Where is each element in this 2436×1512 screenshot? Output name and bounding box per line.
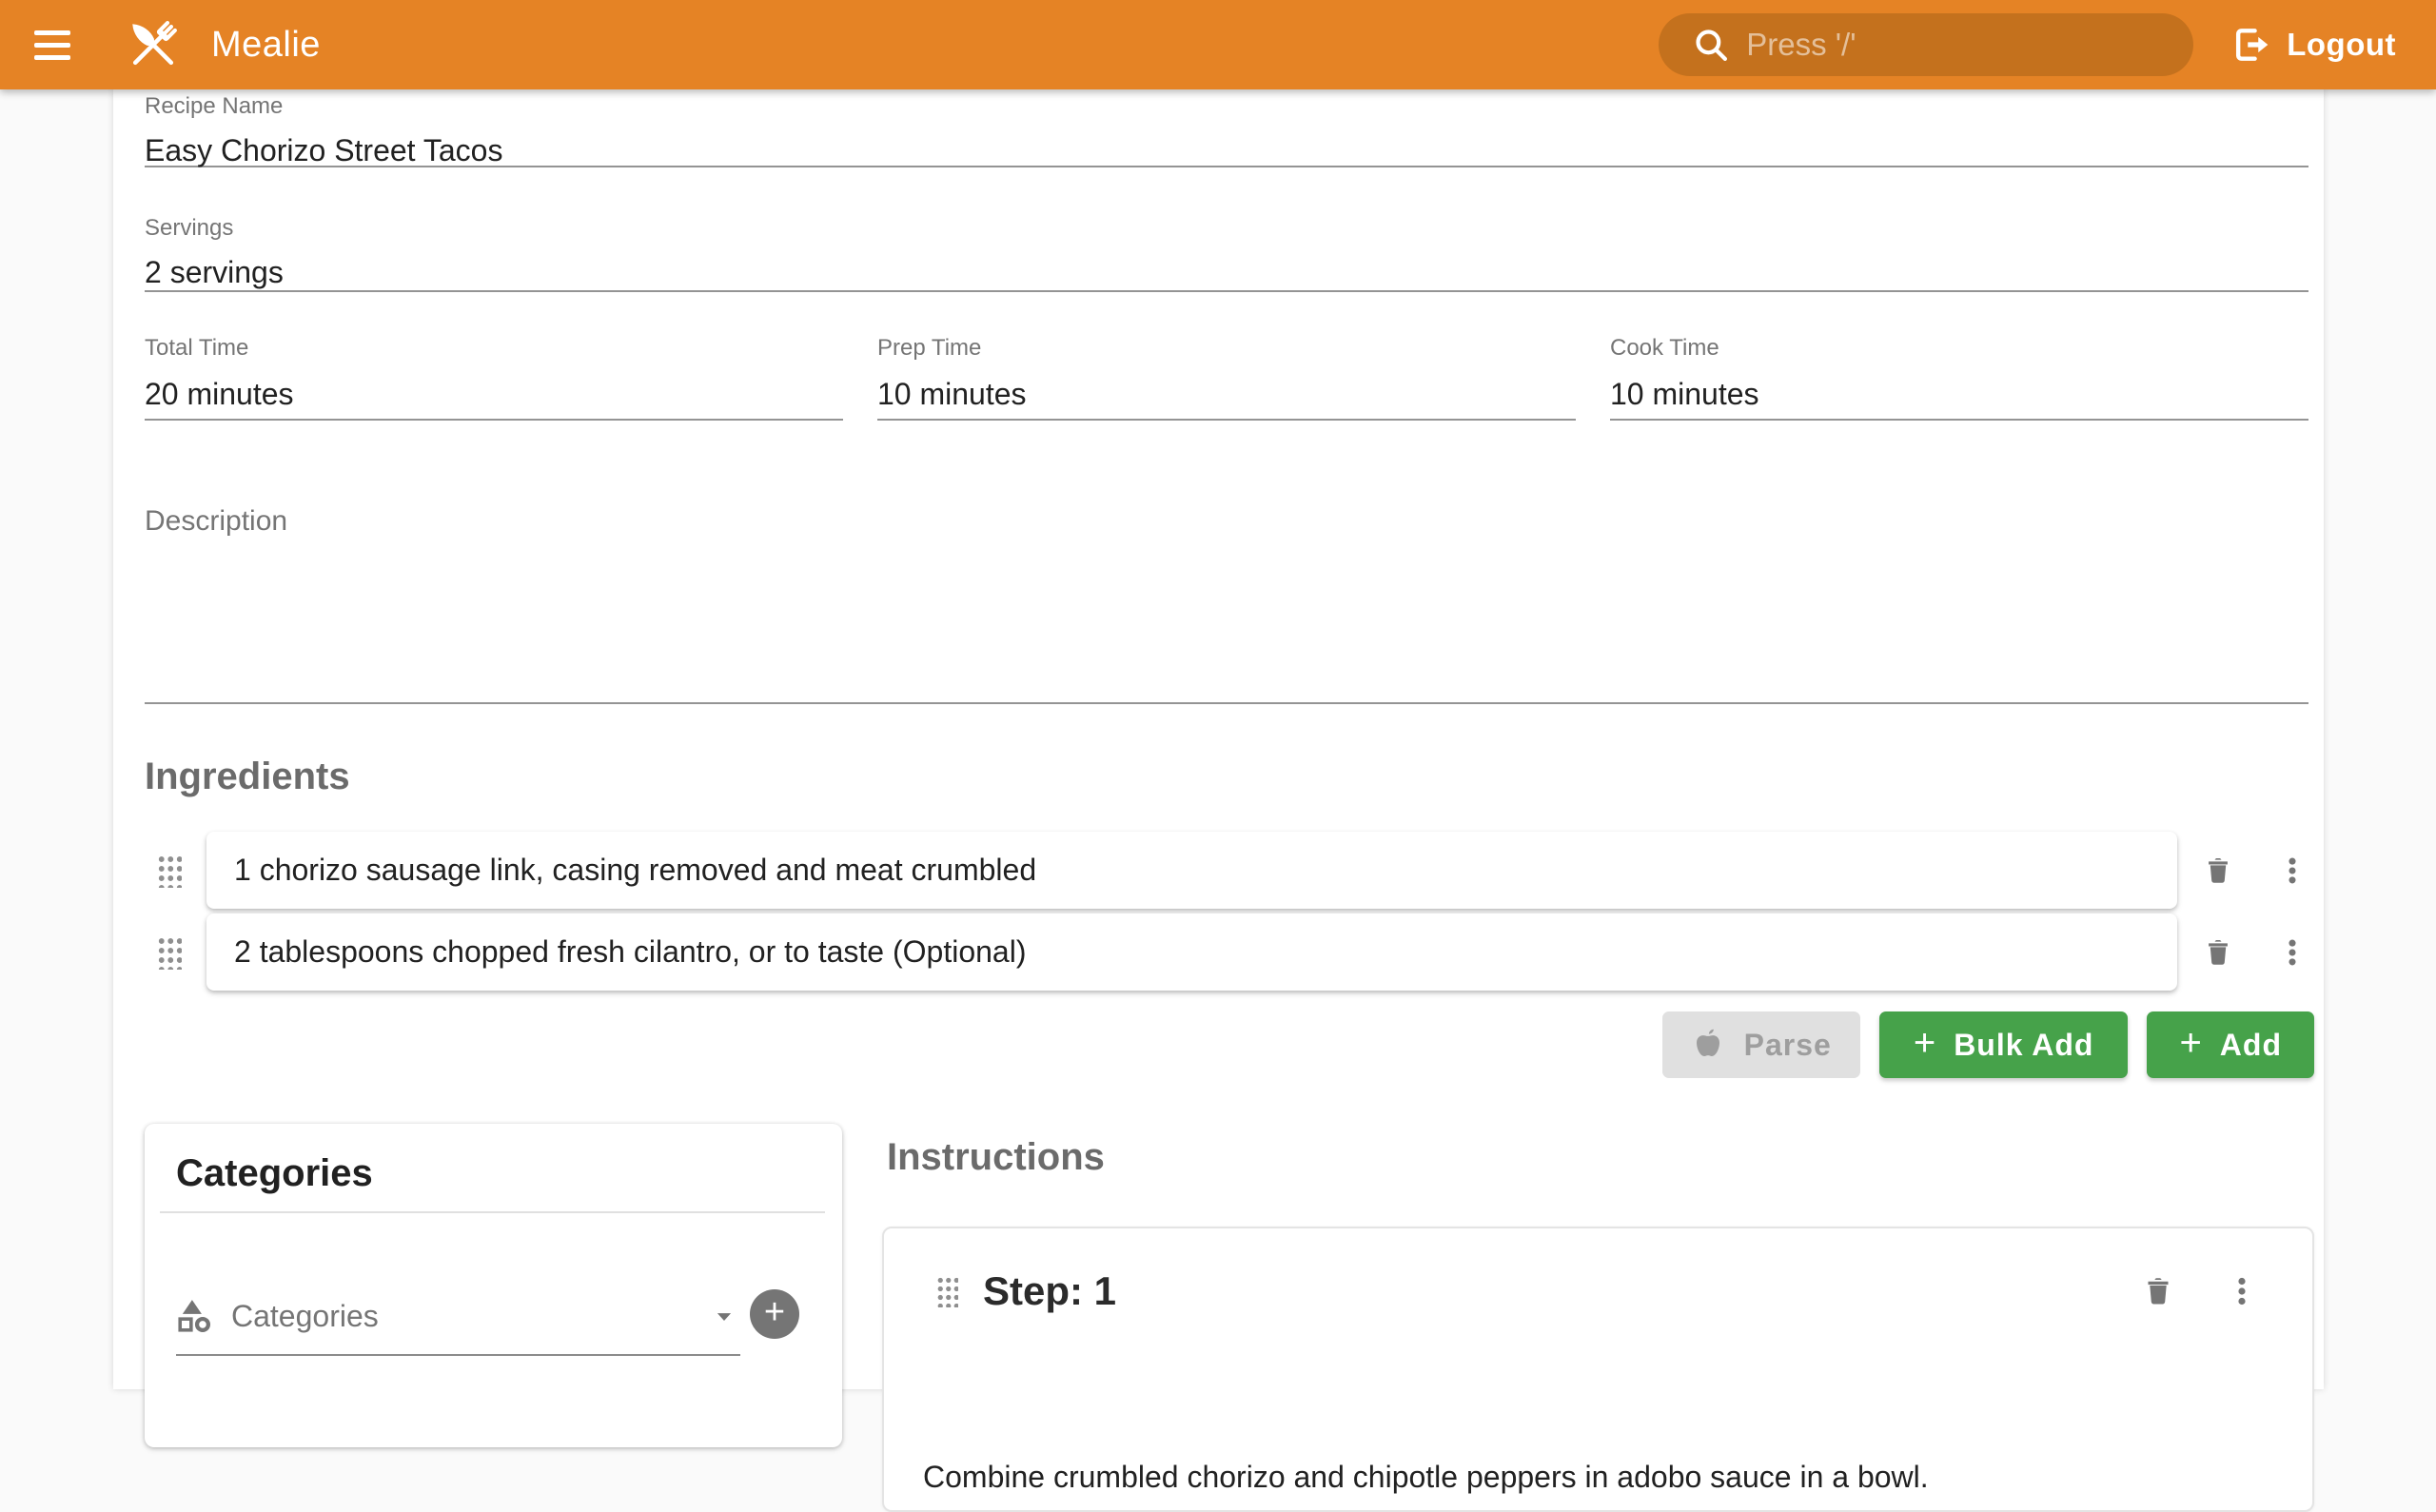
bulk-add-button[interactable]: + Bulk Add — [1879, 1011, 2129, 1078]
recipe-name-label: Recipe Name — [145, 93, 2308, 120]
instruction-step-card: Step: 1 Combine crumbled chorizo and chi… — [882, 1227, 2314, 1512]
add-category-button[interactable]: + — [750, 1289, 799, 1339]
categories-card-title: Categories — [176, 1152, 373, 1195]
prep-time-label: Prep Time — [877, 335, 1576, 362]
step-text[interactable]: Combine crumbled chorizo and chipotle pe… — [923, 1457, 2274, 1497]
plus-icon: + — [764, 1294, 785, 1330]
drag-handle-icon[interactable] — [935, 1275, 958, 1307]
cook-time-label: Cook Time — [1610, 335, 2308, 362]
trash-icon — [2202, 936, 2234, 969]
servings-value[interactable]: 2 servings — [145, 255, 2308, 290]
kebab-menu-icon — [2225, 1274, 2259, 1308]
search-icon — [1691, 25, 1731, 65]
logout-label: Logout — [2287, 27, 2396, 63]
drag-handle-icon[interactable] — [156, 853, 182, 888]
drag-handle-icon[interactable] — [156, 934, 182, 970]
ingredient-input[interactable]: 2 tablespoons chopped fresh cilantro, or… — [206, 913, 2177, 991]
trash-icon — [2141, 1274, 2175, 1308]
logout-button[interactable]: Logout — [2230, 24, 2396, 66]
total-time-label: Total Time — [145, 335, 843, 362]
ingredient-row: 1 chorizo sausage link, casing removed a… — [145, 832, 2308, 909]
total-time-field[interactable]: Total Time 20 minutes — [145, 333, 843, 421]
description-label: Description — [145, 505, 2308, 538]
shapes-icon — [176, 1298, 212, 1334]
parse-button[interactable]: Parse — [1662, 1011, 1860, 1078]
delete-ingredient-button[interactable] — [2202, 936, 2234, 969]
trash-icon — [2202, 854, 2234, 887]
ingredient-input[interactable]: 1 chorizo sausage link, casing removed a… — [206, 832, 2177, 909]
app-title: Mealie — [211, 25, 321, 66]
bulk-add-label: Bulk Add — [1954, 1028, 2093, 1063]
caret-down-icon — [708, 1300, 740, 1332]
add-ingredient-button[interactable]: + Add — [2147, 1011, 2314, 1078]
time-fields-row: Total Time 20 minutes Prep Time 10 minut… — [145, 333, 2308, 421]
app-header: Mealie Press '/' Logout — [0, 0, 2436, 89]
ingredient-actions: Parse + Bulk Add + Add — [1662, 1011, 2314, 1078]
parse-label: Parse — [1744, 1028, 1832, 1063]
ingredients-heading: Ingredients — [145, 756, 350, 798]
categories-select-placeholder: Categories — [231, 1299, 708, 1334]
mealie-logo-icon — [122, 13, 185, 76]
description-field[interactable]: Description — [145, 505, 2308, 704]
categories-select[interactable]: Categories — [176, 1278, 740, 1356]
logout-icon — [2230, 24, 2271, 66]
divider — [160, 1211, 825, 1213]
prep-time-value[interactable]: 10 minutes — [877, 377, 1576, 412]
kebab-menu-icon — [2276, 854, 2308, 887]
apple-icon — [1691, 1028, 1725, 1062]
ingredient-menu-button[interactable] — [2276, 936, 2308, 969]
menu-icon[interactable] — [34, 26, 84, 64]
total-time-value[interactable]: 20 minutes — [145, 377, 843, 412]
delete-step-button[interactable] — [2141, 1274, 2175, 1308]
servings-field[interactable]: Servings 2 servings — [145, 215, 2308, 292]
search-input[interactable]: Press '/' — [1659, 13, 2193, 76]
ingredient-row: 2 tablespoons chopped fresh cilantro, or… — [145, 913, 2308, 991]
cook-time-field[interactable]: Cook Time 10 minutes — [1610, 333, 2308, 421]
step-title: Step: 1 — [983, 1268, 1116, 1314]
kebab-menu-icon — [2276, 936, 2308, 969]
step-menu-button[interactable] — [2225, 1274, 2259, 1308]
plus-icon: + — [2179, 1022, 2202, 1065]
search-placeholder: Press '/' — [1746, 27, 1856, 63]
servings-label: Servings — [145, 215, 2308, 242]
ingredient-menu-button[interactable] — [2276, 854, 2308, 887]
prep-time-field[interactable]: Prep Time 10 minutes — [877, 333, 1576, 421]
instructions-heading: Instructions — [887, 1136, 1105, 1179]
add-label: Add — [2220, 1028, 2282, 1063]
recipe-editor-sheet: Recipe Name Easy Chorizo Street Tacos Se… — [113, 89, 2324, 1389]
plus-icon: + — [1914, 1022, 1936, 1065]
cook-time-value[interactable]: 10 minutes — [1610, 377, 2308, 412]
recipe-name-value[interactable]: Easy Chorizo Street Tacos — [145, 133, 2308, 168]
categories-card: Categories Categories + — [145, 1124, 842, 1447]
recipe-name-field[interactable]: Recipe Name Easy Chorizo Street Tacos — [145, 93, 2308, 167]
step-header: Step: 1 — [935, 1268, 2259, 1314]
delete-ingredient-button[interactable] — [2202, 854, 2234, 887]
